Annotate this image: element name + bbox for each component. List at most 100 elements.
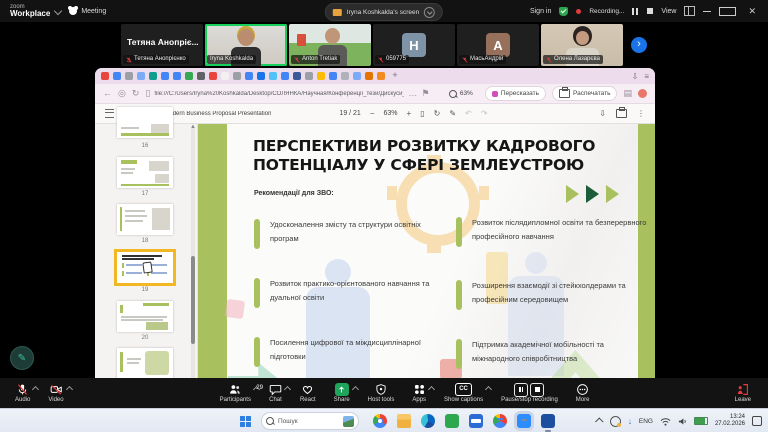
reload-icon[interactable]: ↻: [132, 89, 140, 98]
page-zoom-chip[interactable]: 63%: [443, 87, 479, 100]
tab-favicon[interactable]: [341, 72, 349, 80]
participant-tile-active-speaker[interactable]: Iryna Koshkalda: [205, 24, 287, 66]
tray-overflow-chevron[interactable]: [595, 417, 603, 425]
start-button[interactable]: [240, 416, 251, 427]
profile-avatar[interactable]: [638, 89, 647, 98]
participant-tile[interactable]: A МасьАндрій: [457, 24, 539, 66]
view-grid-icon[interactable]: [684, 6, 695, 16]
thumbnail-page-19-current[interactable]: [117, 252, 173, 283]
word-app-icon[interactable]: [541, 414, 555, 428]
tab-favicon[interactable]: [221, 72, 229, 80]
tab-favicon[interactable]: [245, 72, 253, 80]
tab-favicon[interactable]: [377, 72, 385, 80]
encryption-shield-icon[interactable]: [559, 7, 568, 16]
pdf-page-indicator[interactable]: 19 / 21: [339, 110, 360, 117]
url-more-icon[interactable]: …: [408, 89, 417, 98]
zoom-app-icon[interactable]: [517, 414, 531, 428]
tab-favicon[interactable]: [125, 72, 133, 80]
back-icon[interactable]: ←: [103, 89, 112, 98]
chat-options-chevron[interactable]: [284, 386, 291, 393]
participant-tile[interactable]: Олена Лазарєва: [541, 24, 623, 66]
tab-favicon[interactable]: [233, 72, 241, 80]
url-field[interactable]: ▯ file:///C:/Users/Iryna%20Koshkalda/Des…: [145, 89, 436, 98]
wifi-icon[interactable]: [660, 417, 671, 426]
notifications-icon[interactable]: [752, 416, 762, 426]
pause-recording-icon[interactable]: [514, 383, 528, 397]
view-button[interactable]: View: [661, 8, 676, 15]
apps-button[interactable]: Apps: [403, 383, 435, 403]
participant-tile[interactable]: H 059775: [373, 24, 455, 66]
tab-favicon[interactable]: [149, 72, 157, 80]
pdf-more-icon[interactable]: ⋮: [637, 109, 645, 118]
tab-favicon[interactable]: [317, 72, 325, 80]
annotation-button[interactable]: ✎: [10, 346, 34, 370]
pause-recording-button[interactable]: [632, 2, 639, 20]
tab-menu-icon[interactable]: ≡: [644, 72, 649, 81]
recording-controls[interactable]: Pause/stop recording: [492, 383, 567, 403]
tab-favicon[interactable]: [353, 72, 361, 80]
green-app-icon[interactable]: [445, 414, 459, 428]
bookmark-icon[interactable]: ⚑: [421, 89, 429, 98]
pdf-zoom-level[interactable]: 63%: [384, 110, 398, 117]
battery-icon[interactable]: [694, 417, 708, 425]
rotate-icon[interactable]: ↻: [434, 109, 441, 118]
thumbnail-page-20[interactable]: [117, 301, 173, 332]
chat-button[interactable]: Chat: [260, 383, 291, 403]
meeting-tab[interactable]: Meeting: [81, 8, 106, 15]
new-tab-button[interactable]: +: [390, 71, 400, 81]
sign-in-button[interactable]: Sign in: [530, 8, 551, 15]
maximize-button[interactable]: [719, 7, 736, 16]
tab-favicon[interactable]: [101, 72, 109, 80]
taskbar-search[interactable]: Пошук: [261, 412, 359, 430]
stop-recording-button[interactable]: [647, 8, 653, 14]
tab-favicon[interactable]: [137, 72, 145, 80]
thumbnail-page-21[interactable]: [117, 348, 173, 378]
tab-favicon[interactable]: [257, 72, 265, 80]
downloads-icon[interactable]: ⇩: [632, 72, 639, 81]
sidebar-panel-icon[interactable]: ▤: [623, 89, 632, 98]
participant-tile[interactable]: Anton Tretiak: [289, 24, 371, 66]
pdf-print-icon[interactable]: [616, 109, 627, 118]
fit-page-icon[interactable]: ▯: [420, 109, 424, 118]
apps-options-chevron[interactable]: [428, 386, 435, 393]
captions-button[interactable]: Show captions: [435, 383, 492, 403]
tab-favicon[interactable]: [209, 72, 217, 80]
download-icon[interactable]: ⇩: [599, 109, 606, 118]
audio-button[interactable]: Audio: [6, 383, 39, 403]
react-button[interactable]: React: [291, 383, 325, 403]
print-button[interactable]: Распечатать: [552, 86, 618, 101]
tab-favicon[interactable]: [281, 72, 289, 80]
stop-recording-icon[interactable]: [530, 383, 544, 397]
thumbnail-page-18[interactable]: [117, 204, 173, 235]
video-button[interactable]: Video: [39, 383, 72, 403]
zoom-out-button[interactable]: −: [370, 109, 375, 118]
captions-options-chevron[interactable]: [485, 386, 492, 393]
tab-favicon[interactable]: [365, 72, 373, 80]
speaker-icon[interactable]: [678, 417, 687, 426]
tab-favicon[interactable]: [161, 72, 169, 80]
host-tools-button[interactable]: Host tools: [359, 383, 404, 403]
sync-icon[interactable]: [610, 416, 621, 427]
more-button[interactable]: More: [567, 383, 599, 403]
undo-icon[interactable]: ↶: [465, 109, 472, 118]
next-participants-button[interactable]: ›: [631, 37, 647, 53]
thumbnail-page-17[interactable]: [117, 157, 173, 188]
workspace-chevron-icon[interactable]: [54, 7, 62, 15]
thumbnail-scrollbar[interactable]: [191, 128, 195, 378]
leave-button[interactable]: Leave: [726, 383, 760, 403]
retell-button[interactable]: Пересказать: [485, 86, 546, 101]
tab-favicon[interactable]: [305, 72, 313, 80]
protect-icon[interactable]: ◎: [118, 89, 126, 98]
edge-app-icon[interactable]: [421, 414, 435, 428]
participants-button[interactable]: 29 Participants: [211, 383, 260, 403]
language-indicator[interactable]: ENG: [639, 418, 653, 425]
shared-screen-pill[interactable]: Iryna Koshkalda's screen: [325, 3, 443, 21]
blue-app-icon[interactable]: [469, 414, 483, 428]
participant-tile[interactable]: Тетяна Анопріє... Тетяна Анопрієнко: [121, 24, 203, 66]
clock[interactable]: 13:24 27.02.2026: [715, 414, 745, 428]
pill-chevron-icon[interactable]: [424, 7, 435, 18]
tab-favicon[interactable]: [173, 72, 181, 80]
close-button[interactable]: ✕: [744, 6, 760, 17]
scroll-up-icon[interactable]: ▲: [190, 124, 196, 130]
thumbnail-page-16[interactable]: [117, 107, 173, 138]
